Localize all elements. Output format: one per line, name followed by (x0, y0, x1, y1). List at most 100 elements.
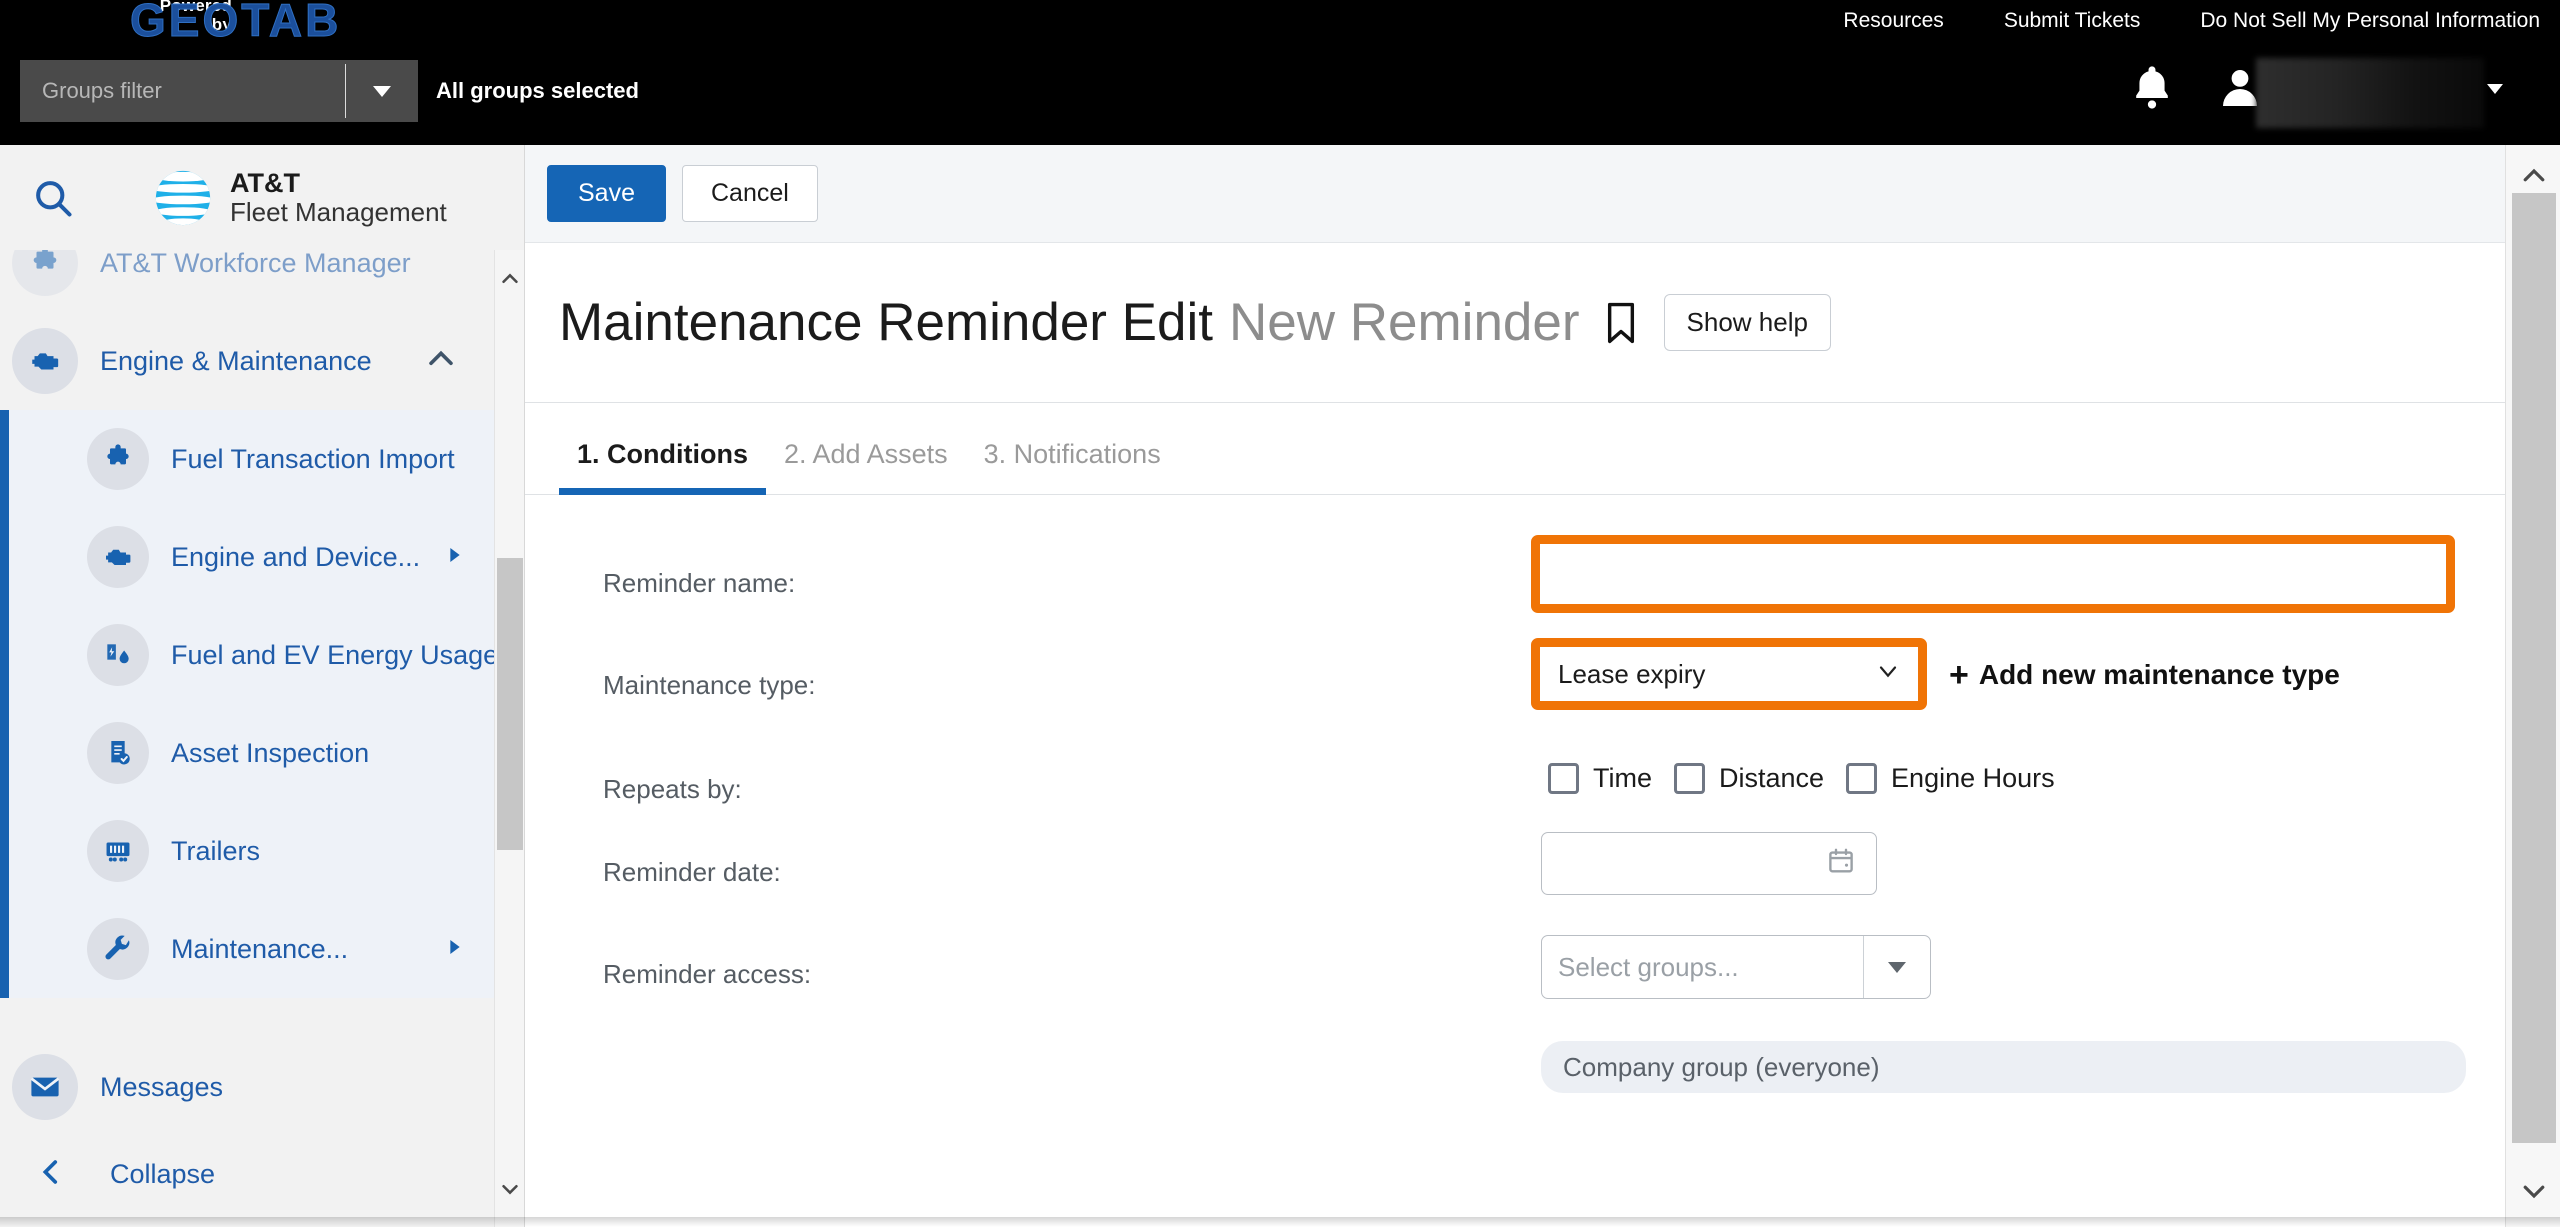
reminder-access-label: Reminder access: (603, 959, 812, 989)
conditions-form: Reminder name: Maintenance type: Lease e… (525, 495, 2505, 1227)
search-icon[interactable] (22, 167, 84, 229)
scroll-up-icon[interactable] (499, 268, 521, 295)
link-resources[interactable]: Resources (1843, 9, 1943, 33)
sidebar-collapse-label: Collapse (110, 1158, 216, 1189)
sidebar-item-fuel-and-ev-energy-usage[interactable]: Fuel and EV Energy Usage (9, 606, 500, 704)
show-help-button[interactable]: Show help (1663, 294, 1831, 351)
puzzle-icon (87, 428, 149, 490)
checkbox-engine-hours[interactable] (1846, 763, 1878, 794)
att-globe-icon (155, 170, 211, 225)
sidebar-item-label: Maintenance... (171, 933, 349, 964)
app-root: Powered by GEOTAB Resources Submit Ticke… (0, 0, 2560, 1227)
tab-notifications[interactable]: 3. Notifications (966, 439, 1179, 494)
att-brand-text: AT&T Fleet Management (230, 168, 447, 227)
sidebar-collapse-button[interactable]: Collapse (0, 1139, 500, 1209)
repeats-by-distance-option[interactable]: Distance (1674, 763, 1824, 794)
sidebar-header: AT&T Fleet Management (0, 145, 524, 250)
reminder-date-label: Reminder date: (603, 857, 781, 887)
reminder-access-select[interactable]: Select groups... (1541, 935, 1931, 999)
wrench-icon (87, 918, 149, 980)
engine-icon (12, 328, 78, 394)
trailer-icon (87, 820, 149, 882)
notification-bell-icon[interactable] (2126, 62, 2178, 118)
main-scrollbar-thumb[interactable] (2512, 193, 2556, 1143)
scroll-down-icon[interactable] (499, 1178, 521, 1205)
att-fleet-logo: AT&T Fleet Management (152, 167, 447, 229)
sidebar-scroll-area: AT&T Workforce Manager Engine & Maintena… (0, 250, 524, 1080)
chevron-down-icon (1888, 961, 1906, 973)
add-new-maintenance-type-button[interactable]: + Add new maintenance type (1949, 658, 2340, 692)
sidebar-item-fuel-transaction-import[interactable]: Fuel Transaction Import (9, 410, 500, 508)
user-name-redacted (2256, 58, 2484, 128)
chevron-left-icon (34, 1155, 68, 1194)
link-submit-tickets[interactable]: Submit Tickets (2004, 9, 2141, 33)
tab-add-assets[interactable]: 2. Add Assets (766, 439, 966, 494)
reminder-date-input[interactable] (1541, 832, 1877, 895)
chevron-right-icon (448, 545, 462, 570)
maintenance-type-label: Maintenance type: (603, 670, 816, 700)
checkbox-distance-label: Distance (1719, 763, 1825, 793)
clipboard-check-icon (87, 722, 149, 784)
chevron-down-icon (1874, 657, 1902, 692)
att-brand-line1: AT&T (230, 167, 300, 198)
fuel-ev-icon (87, 624, 149, 686)
cancel-button[interactable]: Cancel (681, 165, 818, 222)
envelope-icon (12, 1054, 78, 1120)
reminder-access-placeholder[interactable]: Select groups... (1542, 936, 1863, 998)
sidebar-item-engine-and-device[interactable]: Engine and Device... (9, 508, 500, 606)
sidebar-item-label: Asset Inspection (171, 737, 370, 768)
reminder-access-dropdown-button[interactable] (1864, 936, 1930, 998)
checkbox-time[interactable] (1548, 763, 1579, 794)
sidebar-item-engine-and-maintenance[interactable]: Engine & Maintenance (0, 312, 500, 410)
sidebar: AT&T Fleet Management AT&T Workforce Man… (0, 145, 525, 1227)
page-subtitle: New Reminder (1229, 293, 1580, 352)
bookmark-icon[interactable] (1604, 300, 1642, 346)
repeats-by-time-option[interactable]: Time (1548, 763, 1652, 794)
wizard-tabs: 1. Conditions 2. Add Assets 3. Notificat… (525, 403, 2505, 495)
engine-icon (87, 526, 149, 588)
reminder-name-input[interactable] (1542, 546, 2444, 602)
scroll-up-icon[interactable] (2519, 161, 2549, 196)
save-button[interactable]: Save (547, 165, 666, 222)
sidebar-item-label: Fuel and EV Energy Usage (171, 639, 499, 670)
chevron-right-icon (448, 937, 462, 962)
user-menu-chevron-down-icon[interactable] (2487, 84, 2503, 94)
reminder-access-selected-chip[interactable]: Company group (everyone) (1541, 1041, 2466, 1093)
checkbox-engine-hours-label: Engine Hours (1891, 763, 2055, 793)
att-brand-line2: Fleet Management (230, 197, 447, 228)
sidebar-scrollbar-thumb[interactable] (497, 558, 523, 850)
sidebar-item-label: Engine & Maintenance (100, 345, 372, 376)
link-do-not-sell[interactable]: Do Not Sell My Personal Information (2200, 9, 2540, 33)
sidebar-item-label: Messages (100, 1071, 224, 1102)
groups-filter-input[interactable]: Groups filter (20, 60, 345, 122)
main-content: Save Cancel Maintenance Reminder Edit Ne… (525, 145, 2560, 1227)
sidebar-footer: Messages Collapse (0, 1054, 524, 1227)
maintenance-type-select[interactable]: Lease expiry (1542, 649, 1916, 699)
tab-conditions[interactable]: 1. Conditions (559, 439, 766, 495)
groups-filter-dropdown-button[interactable] (346, 60, 418, 122)
sidebar-scrollbar[interactable] (494, 250, 524, 1227)
groups-filter[interactable]: Groups filter (20, 60, 418, 122)
sidebar-item-label: Trailers (171, 835, 261, 866)
sidebar-nav-list: AT&T Workforce Manager Engine & Maintena… (0, 250, 500, 998)
scroll-down-icon[interactable] (2519, 1176, 2549, 1211)
main-scrollbar[interactable] (2505, 145, 2560, 1227)
maintenance-type-value: Lease expiry (1558, 658, 1706, 689)
sidebar-item-att-workforce-manager[interactable]: AT&T Workforce Manager (0, 250, 500, 312)
chevron-down-icon (373, 85, 391, 97)
checkbox-distance[interactable] (1674, 763, 1705, 794)
repeats-by-label: Repeats by: (603, 774, 742, 804)
geotab-logo: GEOTAB (129, 0, 342, 47)
repeats-by-engine-hours-option[interactable]: Engine Hours (1846, 763, 2055, 794)
sidebar-item-maintenance[interactable]: Maintenance... (9, 900, 500, 998)
sidebar-item-asset-inspection[interactable]: Asset Inspection (9, 704, 500, 802)
checkbox-time-label: Time (1593, 763, 1652, 793)
repeats-by-options: Time Distance Engine Hours (1548, 763, 2077, 794)
sidebar-item-trailers[interactable]: Trailers (9, 802, 500, 900)
reminder-name-label: Reminder name: (603, 568, 796, 598)
calendar-icon[interactable] (1826, 846, 1856, 881)
sidebar-item-messages[interactable]: Messages (0, 1038, 500, 1136)
chevron-up-icon (424, 342, 458, 381)
sidebar-item-label: Engine and Device... (171, 541, 421, 572)
sidebar-subgroup-engine-and-maintenance: Fuel Transaction Import Engine and Devic… (0, 410, 500, 998)
